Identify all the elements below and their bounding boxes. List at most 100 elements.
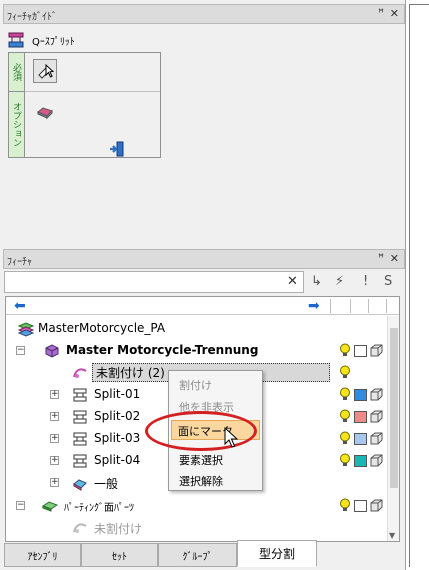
tab-set[interactable]: ｾｯﾄ xyxy=(81,543,158,567)
tree-item-label: Master Motorcycle-Trennung xyxy=(66,343,259,357)
divider xyxy=(386,299,387,313)
visibility-bulb-icon[interactable] xyxy=(339,343,351,358)
filter-arrow-icon[interactable]: ↳ xyxy=(311,274,322,289)
split-icon xyxy=(73,432,87,446)
visibility-bulb-icon[interactable] xyxy=(339,387,351,402)
feature-title: ﾌｨｰﾁｬ xyxy=(7,257,32,268)
split-icon xyxy=(73,454,87,468)
feature-guide-title: ﾌｨｰﾁｬｶﾞｲﾄﾞ xyxy=(7,12,57,23)
scrollbar-thumb[interactable] xyxy=(390,328,398,488)
split-icon xyxy=(73,388,87,402)
forward-arrow-icon[interactable]: ➡ xyxy=(308,298,320,314)
divider xyxy=(330,299,331,313)
display-mode-icon[interactable] xyxy=(370,344,383,357)
tree-nav-row: ⬅ ➡ xyxy=(6,297,399,315)
quick-split-icon xyxy=(8,32,24,48)
required-label: 必須 xyxy=(11,63,21,81)
clear-icon[interactable]: ✕ xyxy=(287,274,298,289)
tab-mold-split[interactable]: 型分割 xyxy=(237,540,317,567)
required-cell xyxy=(25,53,160,92)
feature-guide-panel: Qｰｽﾌﾟﾘｯﾄ 必須 オプション xyxy=(3,25,405,245)
split-icon xyxy=(73,410,87,424)
color-swatch[interactable] xyxy=(354,345,367,357)
display-mode-icon[interactable] xyxy=(370,454,383,467)
divider xyxy=(368,299,369,313)
highlight-ellipse xyxy=(145,411,257,451)
menu-item-deselect[interactable]: 選択解除 xyxy=(179,473,223,489)
scroll-down-icon[interactable]: ▼ xyxy=(389,531,395,540)
unassigned-face-icon xyxy=(73,523,87,533)
pin-icon[interactable]: ꟸ xyxy=(378,253,384,264)
option-label: オプション xyxy=(11,102,21,147)
tab-group[interactable]: ｸﾞﾙｰﾌﾟ xyxy=(158,543,237,567)
color-swatch[interactable] xyxy=(354,411,367,423)
expander-toggle[interactable]: + xyxy=(50,434,59,443)
tree-item-label: Split-03 xyxy=(94,431,141,445)
mouse-cursor-icon xyxy=(224,427,239,448)
display-mode-icon[interactable] xyxy=(370,432,383,445)
exit-guide-icon[interactable] xyxy=(108,140,126,158)
close-icon[interactable]: ✕ xyxy=(390,7,399,20)
search-input[interactable] xyxy=(4,271,304,293)
option-cell xyxy=(25,92,160,157)
select-faces-button[interactable] xyxy=(33,59,57,83)
search-row: ✕ ↳ ⚡ ! S xyxy=(3,271,405,293)
tree-item-label: 一般 xyxy=(94,477,119,491)
visibility-bulb-icon[interactable] xyxy=(339,431,351,446)
expander-toggle[interactable]: + xyxy=(50,390,59,399)
close-icon[interactable]: ✕ xyxy=(390,252,399,265)
divider xyxy=(350,299,351,313)
display-mode-icon[interactable] xyxy=(370,410,383,423)
quick-split-label: Qｰｽﾌﾟﾘｯﾄ xyxy=(32,36,75,48)
option-section-tab: オプション xyxy=(9,92,25,157)
expander-toggle[interactable]: + xyxy=(50,478,59,487)
tree-item-label: 未割付け xyxy=(94,522,143,536)
color-swatch[interactable] xyxy=(354,433,367,445)
pin-icon[interactable]: ꟸ xyxy=(378,8,384,19)
feature-titlebar: ﾌｨｰﾁｬ ꟸ ✕ xyxy=(3,249,405,269)
tree-scrollbar[interactable]: ▼ xyxy=(387,316,399,541)
tree-item-unassigned-parting[interactable]: 未割付け xyxy=(6,517,386,539)
bottom-tabs: ｱｾﾝﾌﾞﾘ ｾｯﾄ ｸﾞﾙｰﾌﾟ 型分割 xyxy=(3,540,405,570)
assembly-icon xyxy=(18,322,34,337)
root-label: MasterMotorcycle_PA xyxy=(38,321,166,335)
filter-chain-icon[interactable]: ⚡ xyxy=(335,274,344,289)
color-swatch[interactable] xyxy=(354,500,367,512)
visibility-bulb-icon[interactable] xyxy=(339,365,351,380)
menu-item-select-elements[interactable]: 要素選択 xyxy=(179,452,223,468)
menu-item-assign[interactable]: 割付け xyxy=(179,377,212,393)
expander-toggle[interactable]: + xyxy=(50,456,59,465)
general-part-icon xyxy=(73,479,87,491)
filter-warning-icon[interactable]: ! xyxy=(363,274,368,289)
filter-s-icon[interactable]: S xyxy=(384,274,392,289)
color-swatch[interactable] xyxy=(354,389,367,401)
required-section-tab: 必須 xyxy=(9,53,25,92)
expander-toggle[interactable]: − xyxy=(16,346,25,355)
tree-item-label: ﾊﾟｰﾃｨﾝｸﾞ面ﾊﾟｰﾂ xyxy=(64,503,134,514)
display-mode-icon[interactable] xyxy=(370,499,383,512)
parting-surface-icon xyxy=(42,501,58,512)
visibility-bulb-icon[interactable] xyxy=(339,498,351,513)
tree-root[interactable]: MasterMotorcycle_PA xyxy=(6,318,386,340)
split-part-icon xyxy=(45,344,59,358)
color-swatch[interactable] xyxy=(354,455,367,467)
feature-guide-titlebar: ﾌｨｰﾁｬｶﾞｲﾄﾞ ꟸ ✕ xyxy=(3,4,405,24)
unassigned-face-icon xyxy=(73,368,87,378)
select-pointer-icon xyxy=(38,63,54,79)
visibility-bulb-icon[interactable] xyxy=(339,409,351,424)
feature-guide-box: 必須 オプション xyxy=(8,52,161,158)
tab-assembly[interactable]: ｱｾﾝﾌﾞﾘ xyxy=(4,543,81,567)
graphics-area-edge[interactable] xyxy=(409,4,429,567)
expander-toggle[interactable]: − xyxy=(16,501,25,510)
tree-item-parting-surface-parts[interactable]: − ﾊﾟｰﾃｨﾝｸﾞ面ﾊﾟｰﾂ xyxy=(6,495,386,517)
visibility-bulb-icon[interactable] xyxy=(339,453,351,468)
display-mode-icon[interactable] xyxy=(370,388,383,401)
tree-item-trennung[interactable]: − Master Motorcycle-Trennung xyxy=(6,340,386,362)
tree-item-label: Split-02 xyxy=(94,409,141,423)
back-arrow-icon[interactable]: ⬅ xyxy=(14,298,26,314)
option-tool-button[interactable] xyxy=(33,100,57,124)
expander-toggle[interactable]: + xyxy=(50,412,59,421)
eraser-icon xyxy=(37,107,53,120)
quick-split-header: Qｰｽﾌﾟﾘｯﾄ xyxy=(8,31,75,49)
tree-item-label: Split-01 xyxy=(94,387,141,401)
